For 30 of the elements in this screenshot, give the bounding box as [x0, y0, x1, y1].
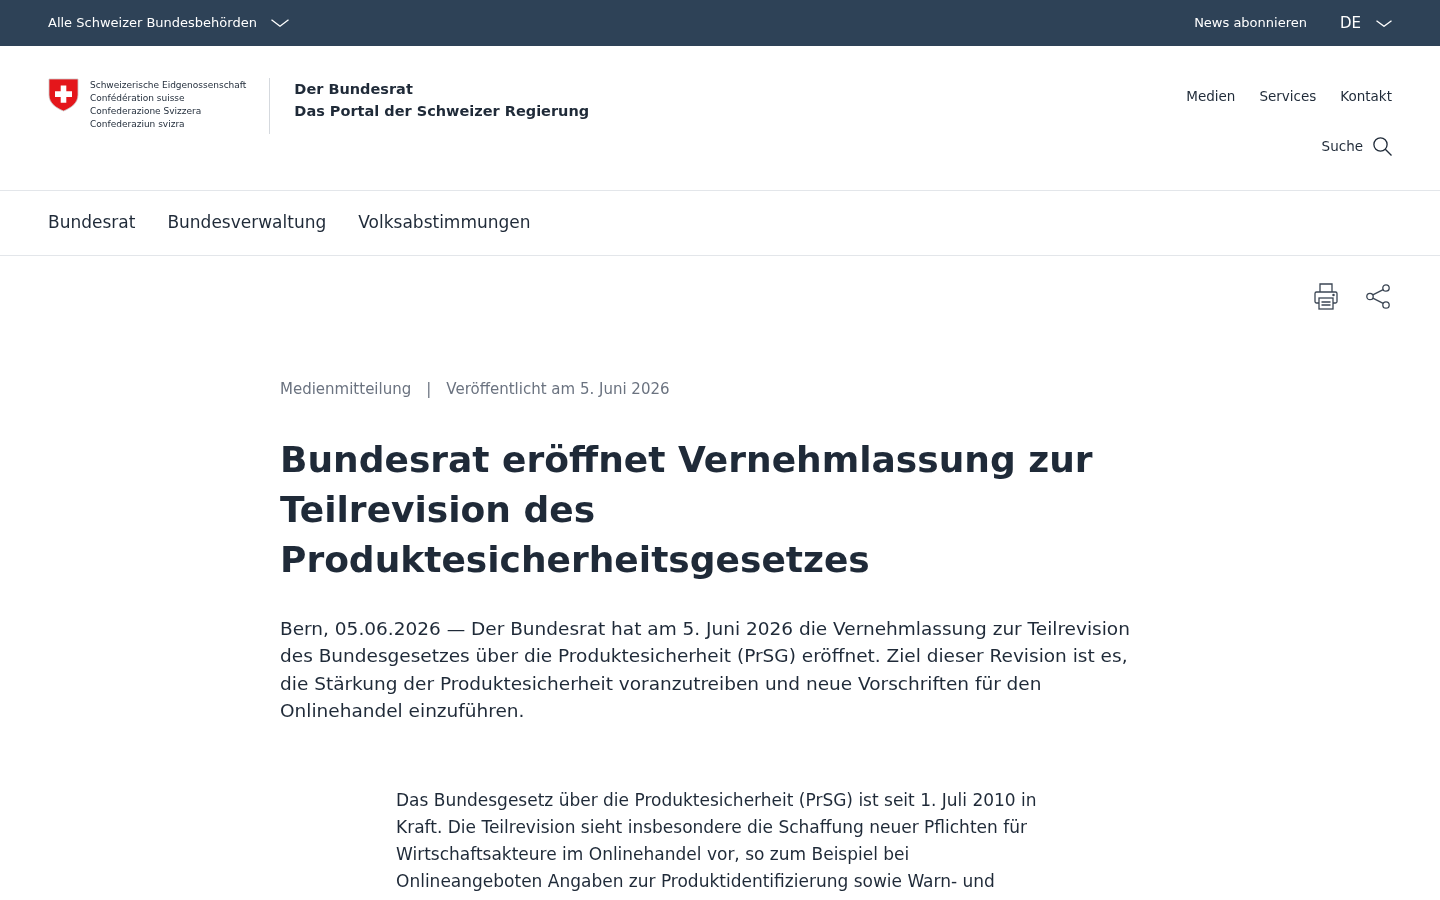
service-link[interactable]: Services — [1259, 86, 1317, 107]
meta-separator: | — [426, 379, 432, 400]
article-paragraph: Das Bundesgesetz über die Produktesicherheit (PrSG) ist seit 1. Juli 2010 in Kraft. Die Teilrevision sieht insbesondere die Schaffung neuer Pflichten für Wirtschaftsakteure im Onlinehandel vor, so zum Beispiel bei Onlineangeboten Angaben zur Produktidentifizierung sowie Warn- und — [396, 788, 1038, 893]
share-button[interactable] — [1366, 283, 1390, 310]
main-nav-link[interactable]: Bundesverwaltung — [167, 210, 327, 236]
service-link[interactable]: Medien — [1186, 86, 1236, 107]
article-lead: Bern, 05.06.2026 — Der Bundesrat hat am 5. Juni 2026 die Vernehmlassung zur Teilrevision des Bundesgesetzes über die Produktesicherheit (PrSG) eröffnet. Ziel dieser Revision ist es, die Stärkung der Produktesicherheit voranzutreiben und neue Vorschriften für den Onlinehandel einzuführen. — [280, 616, 1131, 723]
article-title: Bundesrat eröffnet Vernehmlassung zur Teilrevision des Produktesicherheitsgesetzes — [280, 437, 1094, 582]
service-link[interactable]: Kontakt — [1340, 86, 1392, 107]
main-nav-link[interactable]: Bundesrat — [48, 210, 136, 236]
chevron-down-icon — [270, 19, 289, 27]
language-menu-button[interactable]: DE — [1339, 11, 1392, 35]
chevron-down-icon — [1376, 19, 1392, 27]
print-button[interactable] — [1314, 283, 1338, 310]
authorities-menu-button[interactable]: Alle Schweizer Bundesbehörden — [48, 13, 289, 33]
newsletter-link[interactable]: News abonnieren — [1194, 13, 1307, 33]
share-icon — [1366, 284, 1390, 309]
publication-date: Veröffentlicht am 5. Juni 2026 — [446, 379, 670, 400]
site-title: Der Bundesrat — [294, 80, 414, 99]
confederation-name: Schweizerische Eidgenossenschaft — [90, 79, 247, 92]
content-type-label: Medienmitteilung — [280, 379, 412, 400]
confederation-name: Confederazione Svizzera — [90, 105, 203, 118]
confederation-name: Confederaziun svizra — [90, 118, 186, 131]
swiss-shield-icon — [48, 78, 79, 112]
printer-icon — [1314, 283, 1338, 310]
main-nav-link[interactable]: Volksabstimmungen — [358, 210, 531, 236]
search-button[interactable]: Suche — [1321, 136, 1392, 157]
confederation-name: Confédération suisse — [90, 92, 186, 105]
site-subtitle: Das Portal der Schweizer Regierung — [294, 102, 590, 121]
search-icon — [1373, 136, 1392, 156]
